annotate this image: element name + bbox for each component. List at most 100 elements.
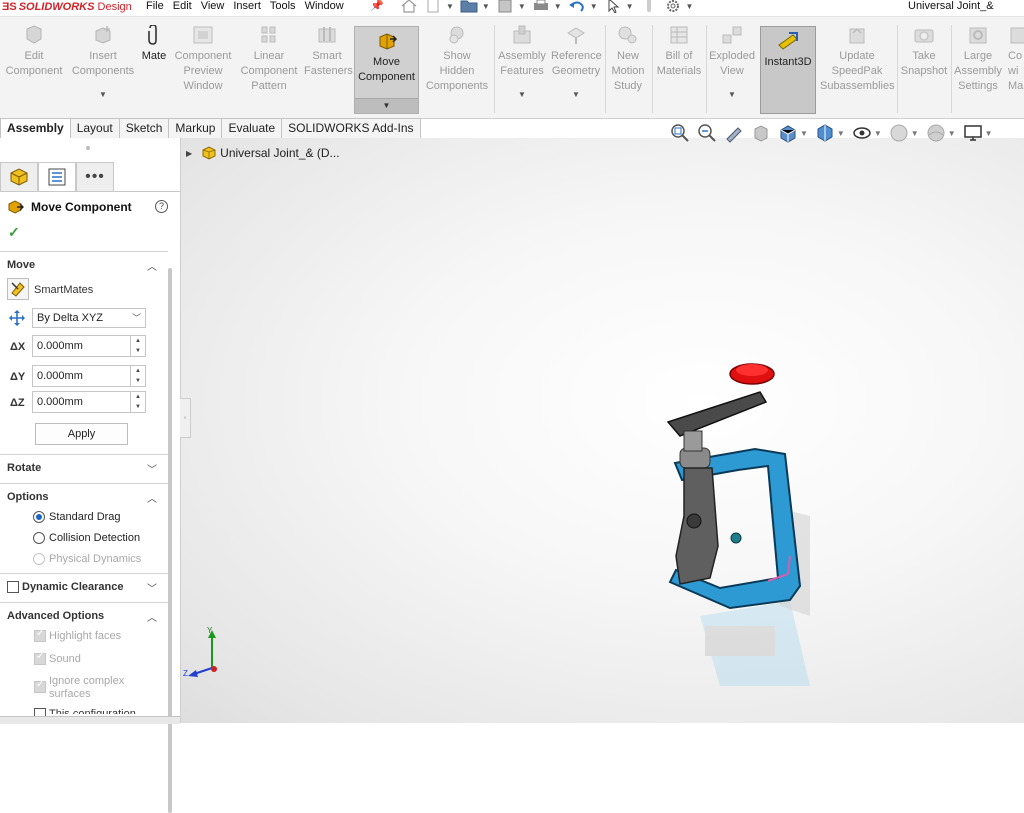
hide-show-items-icon[interactable]: [852, 123, 872, 143]
large-assembly-settings-button[interactable]: Large Assembly Settings: [954, 25, 1002, 94]
menu-edit[interactable]: Edit: [173, 0, 192, 14]
advanced-collapse-chevron-icon[interactable]: ︿: [147, 609, 157, 624]
dynamic-clearance-header[interactable]: Dynamic Clearance: [22, 581, 124, 593]
universal-joint-model[interactable]: [660, 356, 810, 686]
delta-y-spinner[interactable]: ▲ ▼: [130, 366, 145, 386]
delta-z-spinner[interactable]: ▲ ▼: [130, 392, 145, 412]
print-icon[interactable]: [532, 0, 550, 13]
insert-components-caret[interactable]: ▼: [71, 87, 135, 102]
home-icon[interactable]: [400, 0, 418, 13]
open-icon[interactable]: [460, 0, 478, 13]
new-document-icon[interactable]: [424, 0, 442, 13]
new-dropdown-caret[interactable]: ▼: [446, 2, 454, 11]
smartmates-button[interactable]: [7, 278, 29, 300]
expand-arrow-icon[interactable]: ▶: [186, 149, 192, 158]
dynamic-clearance-chevron-icon[interactable]: ﹀: [147, 580, 157, 595]
pin-icon[interactable]: 📌: [370, 0, 384, 12]
move-mode-select[interactable]: By Delta XYZ ﹀: [32, 308, 146, 328]
mate-button[interactable]: Mate: [139, 25, 169, 64]
physical-dynamics-radio[interactable]: [33, 553, 45, 565]
view-orientation-caret[interactable]: ▼: [800, 129, 808, 138]
menu-window[interactable]: Window: [305, 0, 344, 14]
undo-dropdown-caret[interactable]: ▼: [590, 2, 598, 11]
sound-checkbox[interactable]: [34, 651, 46, 665]
dynamic-clearance-checkbox[interactable]: [7, 581, 19, 593]
advanced-options-header[interactable]: Advanced Options: [7, 610, 104, 622]
panel-grip[interactable]: [86, 146, 90, 150]
undo-icon[interactable]: [568, 0, 586, 13]
panel-scrollbar[interactable]: [168, 268, 172, 813]
apply-scene-icon[interactable]: [926, 123, 946, 143]
apply-scene-caret[interactable]: ▼: [948, 129, 956, 138]
menu-insert[interactable]: Insert: [233, 0, 261, 14]
hide-show-caret[interactable]: ▼: [874, 129, 882, 138]
bill-of-materials-button[interactable]: Bill of Materials: [655, 25, 703, 79]
options-collapse-chevron-icon[interactable]: ︿: [147, 490, 157, 505]
exploded-view-button[interactable]: Exploded View ▼: [709, 25, 755, 102]
rotate-expand-chevron-icon[interactable]: ﹀: [147, 461, 157, 476]
view-settings-caret[interactable]: ▼: [985, 129, 993, 138]
reference-geometry-caret[interactable]: ▼: [551, 87, 601, 102]
more-tabs-button[interactable]: •••: [76, 162, 114, 192]
edit-appearance-icon[interactable]: [889, 123, 909, 143]
take-snapshot-button[interactable]: Take Snapshot: [900, 25, 948, 79]
rebuild-icon[interactable]: [640, 0, 658, 13]
standard-drag-radio[interactable]: [33, 511, 45, 523]
delta-x-spinner[interactable]: ▲ ▼: [130, 336, 145, 356]
graphics-area[interactable]: [181, 138, 1024, 723]
rotate-section-header[interactable]: Rotate: [7, 462, 41, 474]
zoom-to-fit-icon[interactable]: [670, 123, 690, 143]
move-collapse-chevron-icon[interactable]: ︿: [147, 258, 157, 273]
cut-off-button[interactable]: Co wi Ma: [1008, 25, 1024, 94]
menu-tools[interactable]: Tools: [270, 0, 296, 14]
zoom-to-area-icon[interactable]: [697, 123, 717, 143]
instant3d-button[interactable]: Instant3D: [760, 26, 816, 114]
linear-component-pattern-button[interactable]: Linear Component Pattern: [239, 25, 299, 94]
menu-file[interactable]: File: [146, 0, 164, 14]
property-manager-tab[interactable]: [38, 162, 76, 192]
menu-view[interactable]: View: [201, 0, 225, 14]
display-style-caret[interactable]: ▼: [837, 129, 845, 138]
options-section-header[interactable]: Options: [7, 491, 49, 503]
select-dropdown-caret[interactable]: ▼: [626, 2, 634, 11]
assembly-features-caret[interactable]: ▼: [497, 87, 547, 102]
tab-layout[interactable]: Layout: [70, 118, 120, 139]
assembly-features-button[interactable]: Assembly Features ▼: [497, 25, 547, 102]
display-style-icon[interactable]: [815, 123, 835, 143]
tab-assembly[interactable]: Assembly: [0, 118, 71, 139]
view-orientation-icon[interactable]: [778, 123, 798, 143]
edit-component-button[interactable]: Edit Component: [5, 25, 63, 79]
solidworks-logo[interactable]: ƎS SOLIDWORKS Design: [2, 0, 132, 14]
reference-geometry-button[interactable]: Reference Geometry ▼: [551, 25, 602, 102]
options-gear-icon[interactable]: [664, 0, 682, 13]
help-icon[interactable]: ?: [155, 200, 168, 213]
move-section-header[interactable]: Move: [7, 259, 35, 271]
exploded-view-caret[interactable]: ▼: [709, 87, 755, 102]
move-component-button[interactable]: Move Component ▼: [354, 26, 419, 114]
delta-y-input[interactable]: 0.000mm ▲ ▼: [32, 365, 146, 387]
tab-evaluate[interactable]: Evaluate: [222, 118, 283, 139]
select-arrow-icon[interactable]: [604, 0, 622, 13]
tab-markup[interactable]: Markup: [169, 118, 223, 139]
collision-detection-radio[interactable]: [33, 532, 45, 544]
tab-solidworks-add-ins[interactable]: SOLIDWORKS Add-Ins: [282, 118, 421, 139]
print-dropdown-caret[interactable]: ▼: [554, 2, 562, 11]
move-component-dropdown[interactable]: ▼: [355, 98, 418, 113]
save-dropdown-caret[interactable]: ▼: [518, 2, 526, 11]
delta-x-input[interactable]: 0.000mm ▲ ▼: [32, 335, 146, 357]
insert-components-button[interactable]: Insert Components ▼: [71, 25, 135, 102]
highlight-faces-checkbox[interactable]: [34, 628, 46, 642]
apply-button[interactable]: Apply: [35, 423, 128, 445]
options-dropdown-caret[interactable]: ▼: [686, 2, 694, 11]
feature-manager-tab[interactable]: [0, 162, 38, 192]
delta-z-input[interactable]: 0.000mm ▲ ▼: [32, 391, 146, 413]
view-settings-monitor-icon[interactable]: [963, 123, 983, 143]
new-motion-study-button[interactable]: New Motion Study: [608, 25, 648, 94]
tab-sketch[interactable]: Sketch: [119, 118, 170, 139]
ignore-complex-surfaces-checkbox[interactable]: [34, 679, 46, 693]
ok-checkmark-icon[interactable]: ✓: [8, 224, 20, 241]
tree-root-item[interactable]: Universal Joint_& (D...: [220, 146, 339, 160]
update-speedpak-button[interactable]: Update SpeedPak Subassemblies: [820, 25, 895, 94]
component-preview-window-button[interactable]: Component Preview Window: [172, 25, 234, 94]
section-view-icon[interactable]: [751, 123, 771, 143]
